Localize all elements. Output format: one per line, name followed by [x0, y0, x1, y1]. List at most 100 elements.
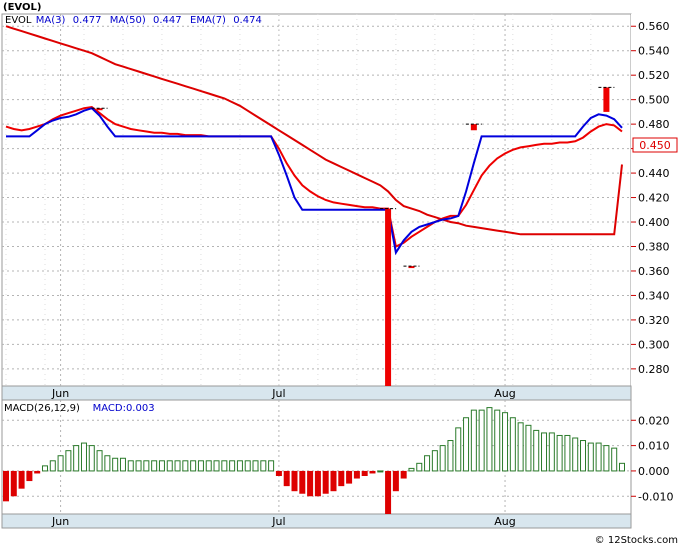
macd-x-tick-label: Aug: [494, 515, 515, 528]
price-x-tick-label: Jul: [271, 387, 285, 400]
macd-bar: [525, 424, 532, 472]
macd-bar: [41, 465, 48, 472]
macd-bar: [34, 470, 41, 474]
price-y-tick-label: 0.340: [638, 289, 670, 302]
macd-bar: [377, 470, 384, 473]
macd-bar: [221, 460, 228, 472]
price-bar: [603, 87, 610, 112]
macd-bar: [330, 470, 337, 492]
price-bar: [470, 124, 477, 131]
macd-bar: [18, 470, 25, 489]
macd-bar: [447, 440, 454, 472]
macd-bar: [478, 409, 485, 472]
macd-bar: [205, 460, 212, 472]
price-y-tick-label: 0.500: [638, 94, 670, 107]
macd-bar: [3, 470, 9, 502]
macd-bar: [10, 470, 17, 497]
macd-bar: [26, 470, 33, 482]
macd-bar: [556, 434, 563, 472]
legend-item: 0.447: [153, 15, 182, 26]
macd-bar: [174, 460, 181, 472]
macd-bar: [65, 450, 72, 472]
macd-bar: [291, 470, 298, 492]
macd-bar: [49, 460, 56, 472]
macd-xaxis-band: [1, 513, 632, 529]
macd-bar: [439, 445, 446, 472]
macd-bar: [548, 432, 555, 472]
macd-legend-item: MACD:0.003: [93, 403, 155, 414]
macd-bar: [470, 409, 477, 472]
macd-legend-item: MACD(26,12,9): [4, 403, 80, 414]
macd-bar: [158, 460, 165, 472]
macd-bar: [322, 470, 329, 494]
macd-legend: MACD(26,12,9) MACD:0.003: [4, 403, 155, 414]
chart-title: (EVOL): [3, 2, 41, 13]
price-y-tick-label: 0.400: [638, 216, 670, 229]
macd-bar: [80, 442, 87, 472]
macd-bar: [112, 457, 119, 472]
macd-x-tick-label: Jun: [51, 515, 69, 528]
macd-bar: [587, 442, 594, 472]
price-xaxis-band: [1, 385, 632, 401]
macd-bar: [119, 457, 126, 472]
price-y-tick-label: 0.320: [638, 314, 670, 327]
macd-bar: [190, 460, 197, 472]
macd-bar: [182, 460, 189, 472]
macd-bar: [197, 460, 204, 472]
macd-bar: [151, 460, 158, 472]
macd-bar: [268, 460, 275, 472]
last-price-label: 0.450: [639, 139, 671, 152]
macd-bar: [533, 429, 540, 472]
macd-bar: [260, 460, 267, 472]
macd-bar: [299, 470, 306, 494]
price-y-tick-label: 0.360: [638, 265, 670, 278]
legend-item: MA(50): [110, 15, 146, 26]
macd-bar: [502, 412, 509, 472]
macd-bar: [244, 460, 251, 472]
price-y-tick-label: 0.440: [638, 167, 670, 180]
macd-x-tick-label: Jul: [271, 515, 285, 528]
legend-item: MA(3): [36, 15, 66, 26]
macd-bar: [127, 460, 134, 472]
macd-y-tick-label: 0.020: [638, 414, 670, 427]
macd-bar: [392, 470, 399, 492]
macd-bar: [408, 467, 415, 472]
price-y-tick-label: 0.520: [638, 69, 670, 82]
macd-bar: [494, 409, 501, 472]
price-y-tick-label: 0.420: [638, 192, 670, 205]
macd-bar: [611, 447, 618, 472]
macd-bar: [143, 460, 150, 472]
macd-y-tick-label: 0.000: [638, 465, 670, 478]
price-y-tick-label: 0.380: [638, 241, 670, 254]
price-y-tick-label: 0.480: [638, 118, 670, 131]
macd-bar: [73, 445, 80, 472]
legend-item: 0.477: [73, 15, 102, 26]
macd-y-tick-label: 0.010: [638, 440, 670, 453]
macd-panel: -0.010 0.000 0.010 0.020 Jun Jul Aug: [1, 399, 673, 529]
macd-bar: [541, 432, 548, 472]
macd-bar: [361, 470, 368, 476]
macd-bar: [307, 470, 314, 497]
price-plot-frame: [1, 13, 632, 387]
macd-bar: [252, 460, 259, 472]
macd-bar: [431, 450, 438, 472]
macd-bar: [369, 470, 376, 474]
macd-bar: [275, 470, 282, 476]
macd-bar: [424, 455, 431, 472]
macd-bar: [166, 460, 173, 472]
macd-bar: [455, 427, 462, 472]
macd-bar: [486, 407, 493, 472]
price-y-tick-label: 0.560: [638, 20, 670, 33]
price-panel: 0.280 0.300 0.320 0.340 0.360 0.380 0.400 0.420…: [1, 13, 678, 401]
legend-item: 0.474: [233, 15, 262, 26]
footer-credit: © 12Stocks.com: [595, 535, 678, 546]
macd-bar: [236, 460, 243, 472]
macd-bar: [603, 445, 610, 472]
price-y-tick-label: 0.300: [638, 338, 670, 351]
price-y-tick-label: 0.280: [638, 363, 670, 376]
macd-bar: [517, 422, 524, 472]
macd-bar: [416, 462, 423, 472]
macd-bar: [57, 455, 64, 472]
macd-bar: [104, 455, 111, 472]
stock-chart: 0.280 0.300 0.320 0.340 0.360 0.380 0.400 0.420…: [1, 2, 678, 546]
